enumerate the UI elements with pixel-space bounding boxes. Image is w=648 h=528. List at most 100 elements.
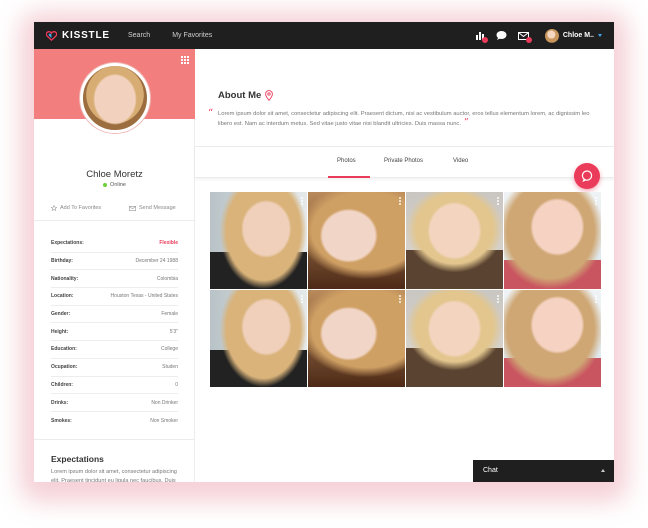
more-options-icon[interactable] <box>595 197 597 206</box>
app-window: KISSTLE Search My Favorites Chloe M.. Ch… <box>34 22 614 482</box>
detail-value: Houston Texas - United States <box>110 293 178 300</box>
nav-search-link[interactable]: Search <box>128 32 150 39</box>
more-options-icon[interactable] <box>301 197 303 206</box>
chat-button[interactable] <box>496 31 507 40</box>
online-status: Online <box>34 182 195 188</box>
chat-bar[interactable]: Chat <box>473 460 614 482</box>
photo-thumbnail[interactable] <box>210 290 307 387</box>
chat-fab-button[interactable] <box>574 163 600 189</box>
about-me-title: About Me <box>218 90 262 101</box>
detail-value: Non Smoker <box>150 417 178 424</box>
profile-details-list: Expectations: Flexible Birthday: December … <box>51 235 178 430</box>
tab-photos[interactable]: Photos <box>337 158 356 164</box>
detail-row-occupation: Ocupation: Studen <box>51 359 178 377</box>
profile-sidebar: Chloe Moretz Online Add To Favorites Sen… <box>34 49 195 482</box>
detail-label: Height: <box>51 328 69 335</box>
detail-value: College <box>161 346 178 353</box>
profile-actions: Add To Favorites Send Message <box>34 199 195 221</box>
profile-avatar <box>80 63 150 133</box>
mail-badge <box>525 36 532 43</box>
detail-label: Education: <box>51 346 77 353</box>
photo-thumbnail[interactable] <box>504 290 601 387</box>
star-icon <box>51 205 57 211</box>
brand-logo[interactable]: KISSTLE <box>46 30 116 41</box>
detail-value: 5'3" <box>169 328 178 335</box>
user-menu[interactable]: Chloe M.. <box>544 28 602 43</box>
heart-logo-icon <box>46 30 57 41</box>
photo-thumbnail[interactable] <box>504 192 601 289</box>
detail-label: Birthday: <box>51 258 73 265</box>
about-me-text: Lorem ipsum dolor sit amet, consectetur … <box>218 110 601 130</box>
chevron-up-icon[interactable] <box>601 469 605 472</box>
photo-gallery <box>210 192 601 387</box>
about-me-heading: About Me <box>218 90 274 101</box>
more-options-icon[interactable] <box>497 197 499 206</box>
more-options-icon[interactable] <box>399 295 401 304</box>
detail-value: Female <box>161 311 178 318</box>
photo-thumbnail[interactable] <box>308 192 405 289</box>
grid-menu-icon[interactable] <box>180 56 189 65</box>
detail-label: Gender: <box>51 311 71 318</box>
expectations-text: Lorem ipsum dolor sit amet, consectetur … <box>51 469 177 482</box>
detail-row-children: Children: 0 <box>51 377 178 395</box>
photo-thumbnail[interactable] <box>210 192 307 289</box>
detail-row-drinks: Drinks: Non Drinker <box>51 394 178 412</box>
send-message-button[interactable]: Send Message <box>129 205 176 211</box>
add-to-favorites-label: Add To Favorites <box>60 205 102 211</box>
avatar <box>544 28 559 43</box>
detail-value: Studen <box>162 364 178 371</box>
detail-row-smokes: Smokes: Non Smoker <box>51 412 178 430</box>
more-options-icon[interactable] <box>595 295 597 304</box>
online-status-label: Online <box>110 182 126 188</box>
about-me-body: Lorem ipsum dolor sit amet, consectetur … <box>218 111 590 128</box>
detail-value: 0 <box>175 381 178 388</box>
location-pin-icon <box>265 90 274 101</box>
detail-label: Location: <box>51 293 74 300</box>
detail-label: Smokes: <box>51 417 72 424</box>
chat-bubble-icon <box>496 31 507 40</box>
send-message-label: Send Message <box>139 205 176 211</box>
tab-private-photos[interactable]: Private Photos <box>384 158 423 164</box>
chat-bubble-icon <box>581 170 593 182</box>
top-right-controls: Chloe M.. <box>465 22 602 49</box>
more-options-icon[interactable] <box>399 197 401 206</box>
detail-label: Children: <box>51 381 73 388</box>
detail-row-gender: Gender: Female <box>51 306 178 324</box>
detail-value: Flexible <box>159 240 178 247</box>
brand-name: KISSTLE <box>62 30 110 41</box>
nav-favorites-link[interactable]: My Favorites <box>172 32 212 39</box>
envelope-icon <box>129 205 136 211</box>
profile-name: Chloe Moretz <box>86 169 143 180</box>
online-dot-icon <box>103 182 108 187</box>
stats-badge <box>481 36 488 43</box>
detail-label: Ocupation: <box>51 364 78 371</box>
chevron-down-icon <box>598 34 602 37</box>
detail-value: Colombia <box>156 275 178 282</box>
divider <box>34 439 195 440</box>
quote-close-icon: ” <box>463 118 469 129</box>
chat-label: Chat <box>483 467 498 474</box>
detail-value: December 24 1988 <box>135 258 178 265</box>
more-options-icon[interactable] <box>301 295 303 304</box>
expectations-title: Expectations <box>51 454 104 464</box>
photo-thumbnail[interactable] <box>406 192 503 289</box>
quote-open-icon: “ <box>208 108 214 119</box>
photo-thumbnail[interactable] <box>308 290 405 387</box>
detail-row-location: Location: Houston Texas - United States <box>51 288 178 306</box>
user-name: Chloe M.. <box>562 32 594 39</box>
detail-label: Nationality: <box>51 275 79 282</box>
add-to-favorites-button[interactable]: Add To Favorites <box>51 205 101 211</box>
detail-row-height: Height: 5'3" <box>51 323 178 342</box>
tab-video[interactable]: Video <box>453 158 468 164</box>
detail-label: Expectations: <box>51 240 84 247</box>
photo-thumbnail[interactable] <box>406 290 503 387</box>
detail-row-education: Education: College <box>51 341 178 359</box>
stats-button[interactable] <box>475 31 488 43</box>
detail-value: Non Drinker <box>151 399 178 406</box>
media-tabs: Photos Private Photos Video <box>195 146 614 178</box>
detail-row-nationality: Nationality: Colombia <box>51 270 178 289</box>
more-options-icon[interactable] <box>497 295 499 304</box>
detail-row-expectations: Expectations: Flexible <box>51 235 178 253</box>
mail-button[interactable] <box>517 31 532 43</box>
detail-label: Drinks: <box>51 399 69 406</box>
